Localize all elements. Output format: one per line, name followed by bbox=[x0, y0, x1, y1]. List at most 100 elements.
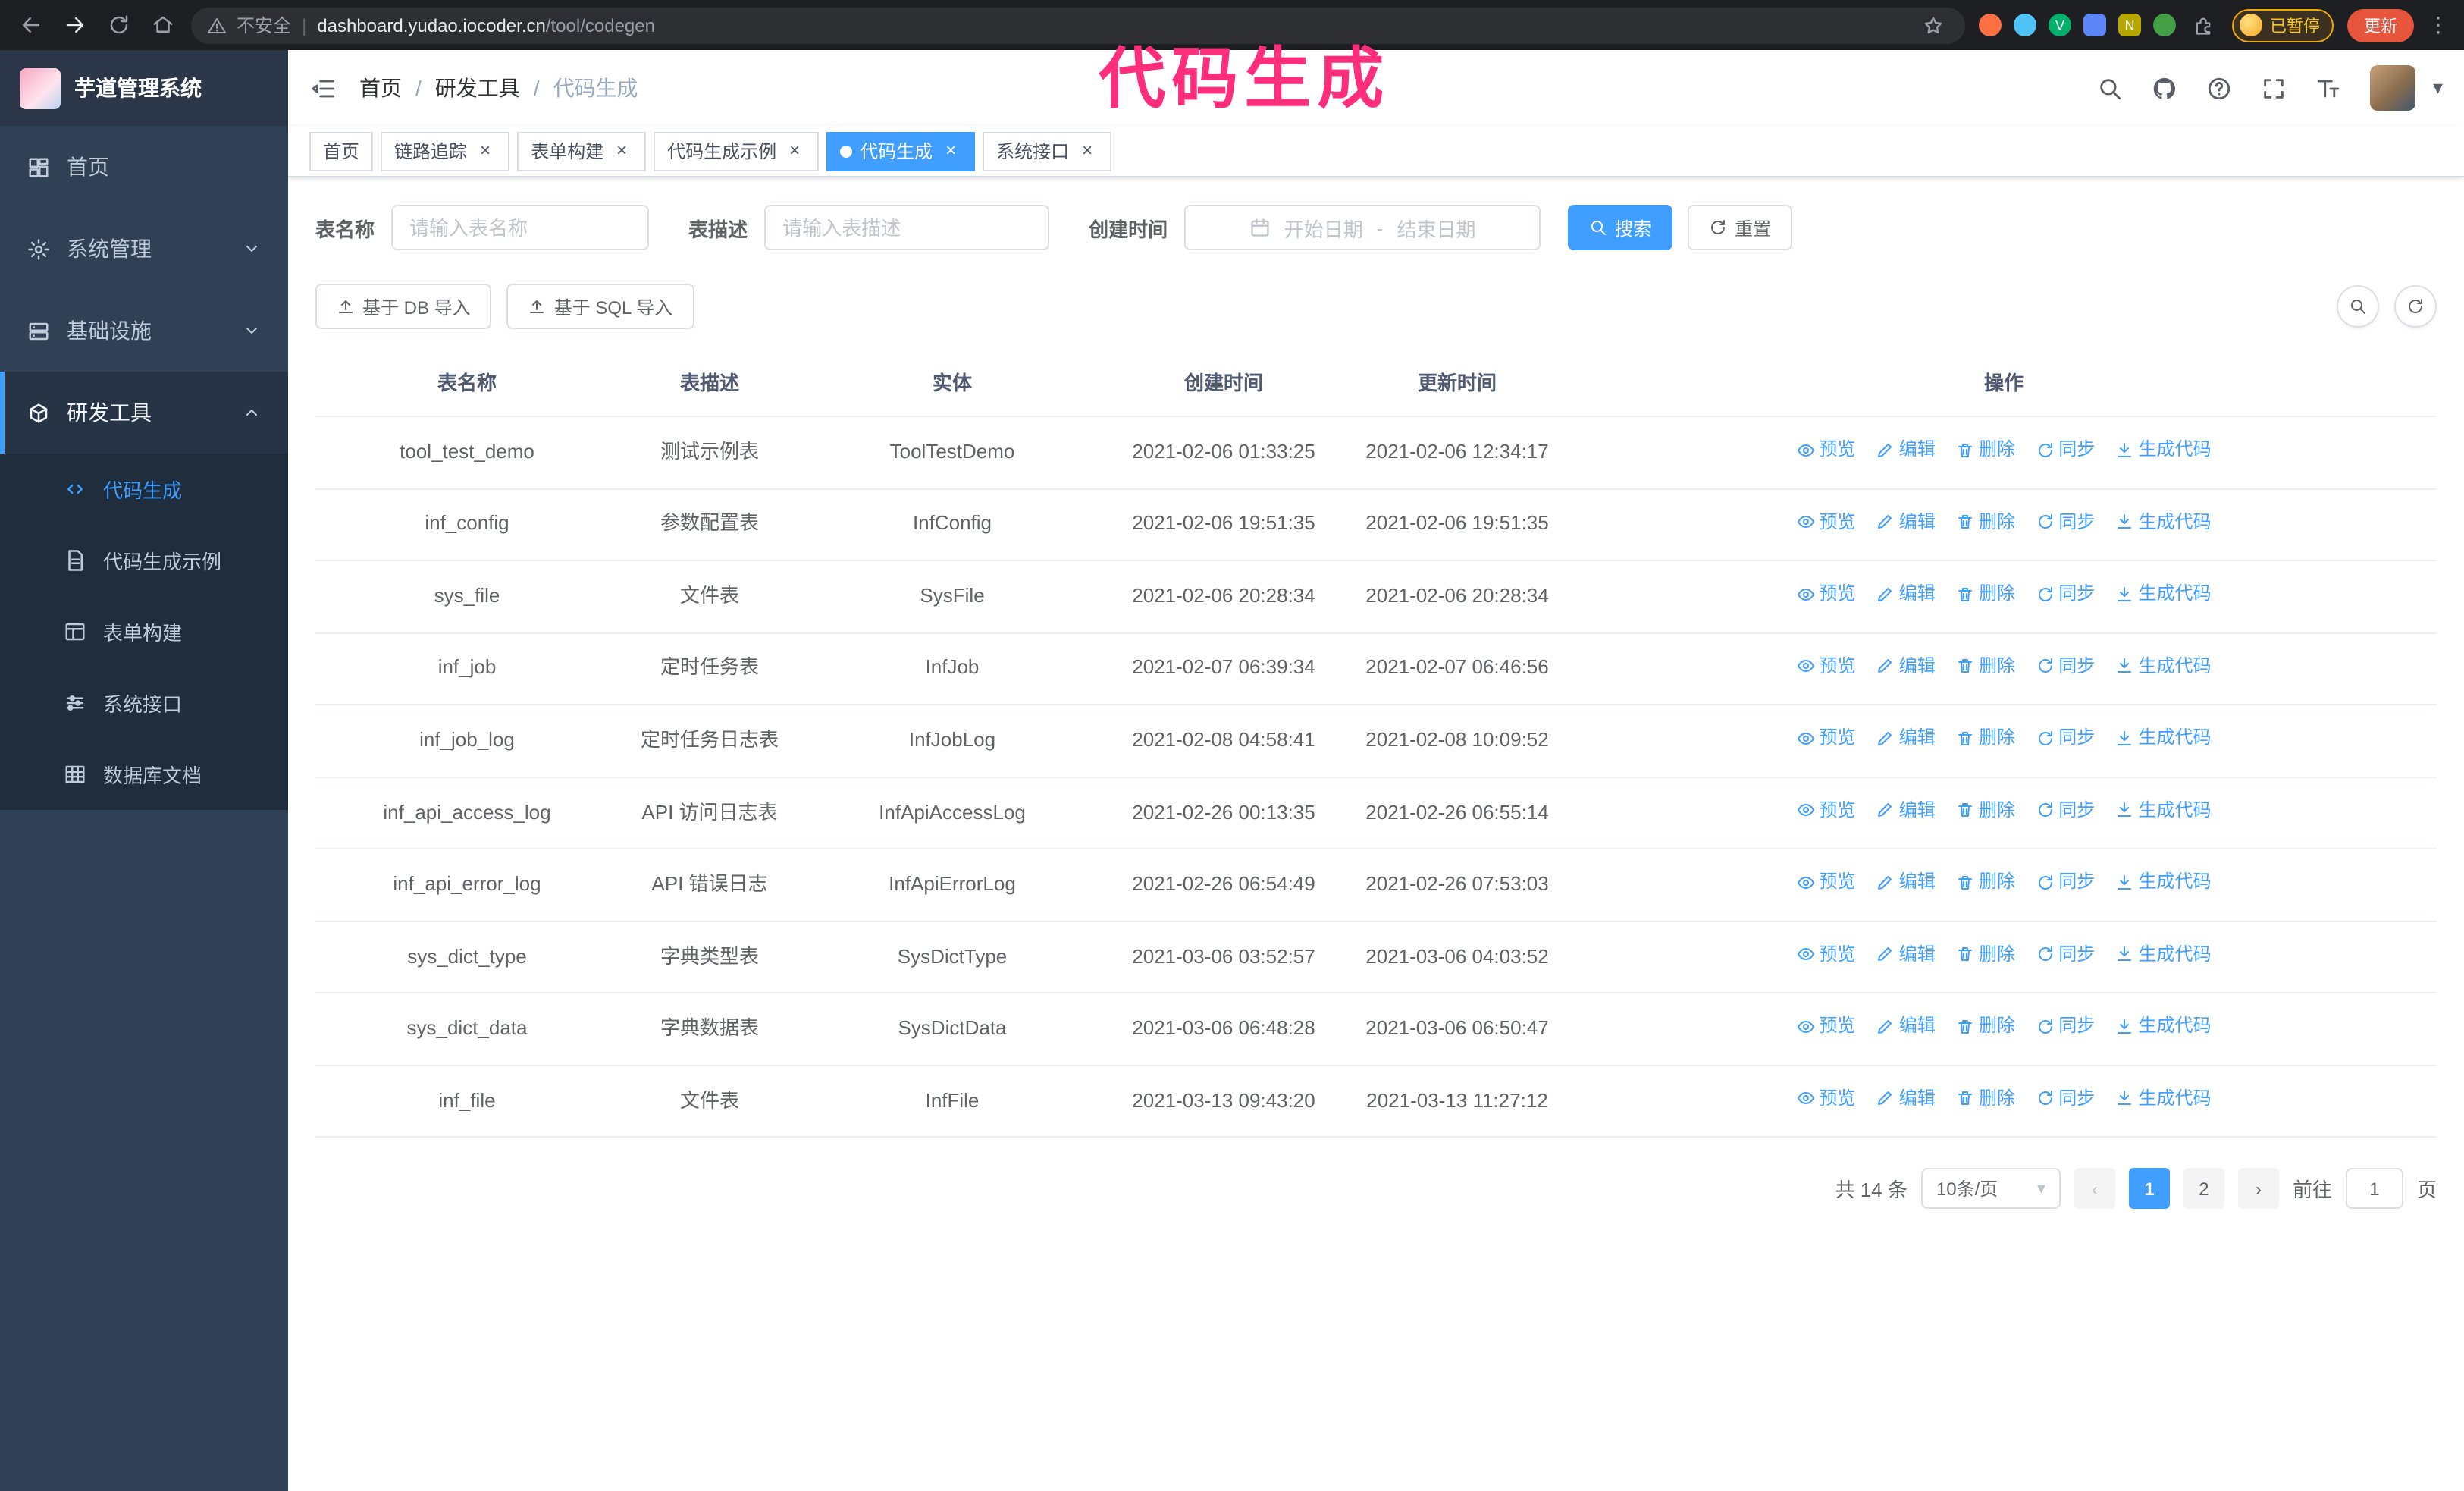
delete-action[interactable]: 删除 bbox=[1956, 437, 2015, 463]
preview-action[interactable]: 预览 bbox=[1796, 437, 1855, 463]
github-icon[interactable] bbox=[2152, 75, 2178, 101]
preview-action[interactable]: 预览 bbox=[1796, 581, 1855, 607]
generate-code-action[interactable]: 生成代码 bbox=[2116, 797, 2212, 824]
table-name-input[interactable] bbox=[391, 205, 650, 250]
search-button[interactable]: 搜索 bbox=[1568, 205, 1673, 250]
sidebar-item-codegen-example[interactable]: 代码生成示例 bbox=[0, 525, 288, 596]
date-range-picker[interactable]: 开始日期 - 结束日期 bbox=[1184, 205, 1541, 250]
generate-code-action[interactable]: 生成代码 bbox=[2116, 869, 2212, 896]
sidebar-item-system-api[interactable]: 系统接口 bbox=[0, 667, 288, 739]
generate-code-action[interactable]: 生成代码 bbox=[2116, 725, 2212, 752]
edit-action[interactable]: 编辑 bbox=[1876, 797, 1936, 824]
delete-action[interactable]: 删除 bbox=[1956, 797, 2015, 824]
refresh-table-button[interactable] bbox=[2394, 285, 2437, 328]
sidebar-logo[interactable]: 芋道管理系统 bbox=[0, 50, 288, 126]
browser-menu-icon[interactable]: ⋮ bbox=[2428, 12, 2449, 38]
delete-action[interactable]: 删除 bbox=[1956, 941, 2015, 968]
generate-code-action[interactable]: 生成代码 bbox=[2116, 1014, 2212, 1041]
url-text[interactable]: dashboard.yudao.iocoder.cn/tool/codegen bbox=[317, 14, 655, 36]
generate-code-action[interactable]: 生成代码 bbox=[2116, 941, 2212, 968]
sidebar-item-db-docs[interactable]: 数据库文档 bbox=[0, 739, 288, 810]
sidebar-item-form-builder[interactable]: 表单构建 bbox=[0, 596, 288, 667]
tag-codegen[interactable]: 代码生成 × bbox=[826, 131, 976, 171]
import-sql-button[interactable]: 基于 SQL 导入 bbox=[506, 284, 694, 329]
toggle-search-button[interactable] bbox=[2337, 285, 2379, 328]
page-size-select[interactable]: 10条/页 ▾ bbox=[1920, 1168, 2061, 1210]
extensions-puzzle-icon[interactable] bbox=[2188, 10, 2218, 40]
browser-home-button[interactable] bbox=[147, 10, 177, 40]
edit-action[interactable]: 编辑 bbox=[1876, 509, 1936, 535]
extension-icon[interactable] bbox=[2014, 14, 2036, 36]
edit-action[interactable]: 编辑 bbox=[1876, 1014, 1936, 1041]
tag-codegen-example[interactable]: 代码生成示例 × bbox=[654, 131, 820, 171]
delete-action[interactable]: 删除 bbox=[1956, 1014, 2015, 1041]
generate-code-action[interactable]: 生成代码 bbox=[2116, 653, 2212, 680]
extension-icon[interactable] bbox=[2083, 14, 2106, 36]
browser-reload-button[interactable] bbox=[103, 10, 133, 40]
edit-action[interactable]: 编辑 bbox=[1876, 725, 1936, 752]
preview-action[interactable]: 预览 bbox=[1796, 1014, 1855, 1041]
browser-profile-chip[interactable]: 已暂停 bbox=[2232, 8, 2334, 42]
delete-action[interactable]: 删除 bbox=[1956, 869, 2015, 896]
browser-update-button[interactable]: 更新 bbox=[2347, 8, 2414, 42]
preview-action[interactable]: 预览 bbox=[1796, 725, 1855, 752]
user-avatar[interactable] bbox=[2370, 65, 2416, 111]
browser-forward-button[interactable] bbox=[59, 10, 89, 40]
edit-action[interactable]: 编辑 bbox=[1876, 1086, 1936, 1113]
hamburger-icon[interactable] bbox=[288, 75, 359, 101]
edit-action[interactable]: 编辑 bbox=[1876, 581, 1936, 607]
page-button-2[interactable]: 2 bbox=[2183, 1168, 2224, 1210]
bookmark-star-icon[interactable] bbox=[1918, 10, 1948, 40]
prev-page-button[interactable]: ‹ bbox=[2074, 1168, 2115, 1210]
generate-code-action[interactable]: 生成代码 bbox=[2116, 581, 2212, 607]
close-icon[interactable]: × bbox=[475, 140, 496, 162]
preview-action[interactable]: 预览 bbox=[1796, 1086, 1855, 1113]
sync-action[interactable]: 同步 bbox=[2036, 581, 2095, 607]
sidebar-item-infrastructure[interactable]: 基础设施 bbox=[0, 290, 288, 372]
delete-action[interactable]: 删除 bbox=[1956, 1086, 2015, 1113]
tag-trace[interactable]: 链路追踪 × bbox=[381, 131, 510, 171]
close-icon[interactable]: × bbox=[611, 140, 632, 162]
header-search-icon[interactable] bbox=[2098, 75, 2124, 101]
tag-system-api[interactable]: 系统接口 × bbox=[983, 131, 1112, 171]
sync-action[interactable]: 同步 bbox=[2036, 869, 2095, 896]
close-icon[interactable]: × bbox=[940, 140, 961, 162]
edit-action[interactable]: 编辑 bbox=[1876, 437, 1936, 463]
extension-icon[interactable] bbox=[2153, 14, 2176, 36]
delete-action[interactable]: 删除 bbox=[1956, 581, 2015, 607]
address-bar[interactable]: 不安全 | dashboard.yudao.iocoder.cn/tool/co… bbox=[191, 7, 1965, 43]
goto-page-input[interactable] bbox=[2345, 1168, 2403, 1210]
page-button-1[interactable]: 1 bbox=[2128, 1168, 2170, 1210]
extension-icon[interactable] bbox=[1979, 14, 2002, 36]
breadcrumb-item[interactable]: 研发工具 bbox=[435, 73, 520, 103]
sync-action[interactable]: 同步 bbox=[2036, 509, 2095, 535]
next-page-button[interactable]: › bbox=[2237, 1168, 2279, 1210]
tag-form-builder[interactable]: 表单构建 × bbox=[517, 131, 647, 171]
delete-action[interactable]: 删除 bbox=[1956, 653, 2015, 680]
sync-action[interactable]: 同步 bbox=[2036, 941, 2095, 968]
sync-action[interactable]: 同步 bbox=[2036, 725, 2095, 752]
breadcrumb-item[interactable]: 首页 bbox=[359, 73, 402, 103]
extension-icon[interactable]: N bbox=[2118, 14, 2141, 36]
sync-action[interactable]: 同步 bbox=[2036, 437, 2095, 463]
sync-action[interactable]: 同步 bbox=[2036, 797, 2095, 824]
delete-action[interactable]: 删除 bbox=[1956, 509, 2015, 535]
generate-code-action[interactable]: 生成代码 bbox=[2116, 1086, 2212, 1113]
preview-action[interactable]: 预览 bbox=[1796, 941, 1855, 968]
edit-action[interactable]: 编辑 bbox=[1876, 869, 1936, 896]
edit-action[interactable]: 编辑 bbox=[1876, 941, 1936, 968]
help-icon[interactable] bbox=[2207, 75, 2233, 101]
preview-action[interactable]: 预览 bbox=[1796, 653, 1855, 680]
preview-action[interactable]: 预览 bbox=[1796, 797, 1855, 824]
close-icon[interactable]: × bbox=[1077, 140, 1098, 162]
close-icon[interactable]: × bbox=[784, 140, 805, 162]
delete-action[interactable]: 删除 bbox=[1956, 725, 2015, 752]
preview-action[interactable]: 预览 bbox=[1796, 509, 1855, 535]
font-size-icon[interactable] bbox=[2316, 75, 2342, 101]
table-desc-input[interactable] bbox=[764, 205, 1050, 250]
security-label[interactable]: 不安全 bbox=[237, 12, 291, 38]
edit-action[interactable]: 编辑 bbox=[1876, 653, 1936, 680]
reset-button[interactable]: 重置 bbox=[1688, 205, 1793, 250]
import-db-button[interactable]: 基于 DB 导入 bbox=[315, 284, 492, 329]
generate-code-action[interactable]: 生成代码 bbox=[2116, 437, 2212, 463]
